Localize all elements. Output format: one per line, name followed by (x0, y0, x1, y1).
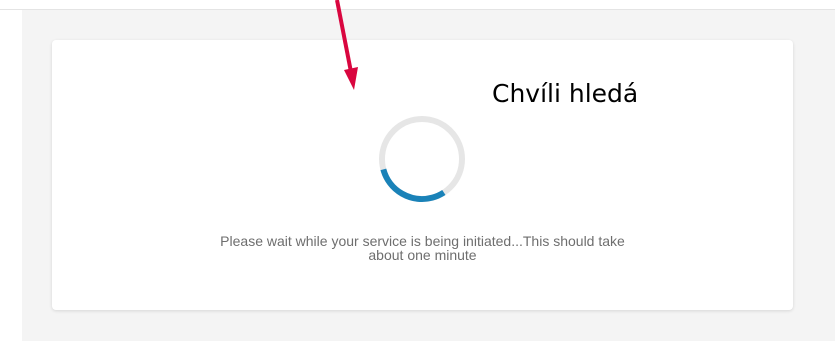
spinner-arc (379, 116, 465, 202)
arrow-head (344, 67, 358, 90)
top-bar (0, 0, 835, 10)
loading-spinner-icon (379, 116, 465, 202)
annotation-label: Chvíli hledá (492, 79, 639, 108)
arrow-down-icon (335, 0, 358, 90)
loading-message: Please wait while your service is being … (220, 233, 625, 263)
arrow-shaft (335, 0, 353, 73)
